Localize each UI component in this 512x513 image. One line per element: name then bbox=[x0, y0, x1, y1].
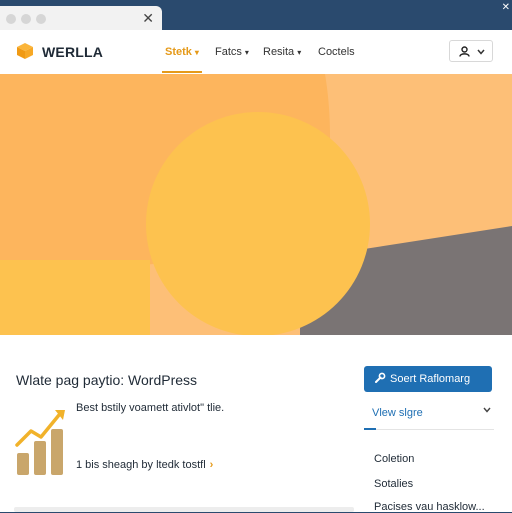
user-menu-button[interactable] bbox=[449, 40, 493, 62]
user-icon bbox=[459, 46, 470, 57]
horizontal-scrollbar[interactable] bbox=[14, 507, 354, 512]
wrench-icon bbox=[375, 372, 386, 383]
divider bbox=[364, 429, 494, 430]
nav-label: Coctels bbox=[318, 46, 355, 58]
nav-item-resita[interactable]: Resita ▾ bbox=[263, 46, 301, 58]
view-more-toggle[interactable]: Vlew slgre bbox=[372, 407, 423, 419]
nav-item-fatcs[interactable]: Fatcs ▾ bbox=[215, 46, 249, 58]
bar-chart-trend-icon bbox=[15, 410, 65, 475]
brand-name[interactable]: WERLLA bbox=[42, 44, 103, 60]
chevron-down-icon bbox=[477, 49, 485, 55]
window-control-minimize[interactable] bbox=[21, 14, 31, 24]
page-title: Wlate pag paytio: WordPress bbox=[16, 372, 198, 388]
chevron-down-icon: ▾ bbox=[297, 48, 302, 57]
hero-illustration bbox=[0, 74, 512, 335]
nav-item-coctels[interactable]: Coctels bbox=[318, 46, 355, 58]
active-section-indicator bbox=[364, 428, 376, 430]
content-area: Wlate pag paytio: WordPress Best bstily … bbox=[0, 335, 512, 513]
nav-item-stetk[interactable]: Stetk ▾ bbox=[165, 46, 199, 58]
sidebar-link-sotalies[interactable]: Sotalies bbox=[374, 478, 413, 490]
sidebar-link-coletion[interactable]: Coletion bbox=[374, 453, 414, 465]
description-text: Best bstily voamett ativlot" tlie. bbox=[76, 402, 225, 414]
cube-icon bbox=[17, 43, 33, 59]
nav-label: Fatcs bbox=[215, 46, 242, 58]
chevron-down-icon[interactable] bbox=[482, 406, 492, 414]
browser-titlebar: ✕ ✕ bbox=[0, 0, 512, 32]
learn-more-link[interactable]: 1 bis sheagh by ltedk tostfl › bbox=[76, 459, 213, 471]
window-control-close[interactable] bbox=[6, 14, 16, 24]
window-close-icon[interactable]: ✕ bbox=[502, 2, 510, 13]
chevron-down-icon: ▾ bbox=[244, 48, 249, 57]
tab-close-icon[interactable]: ✕ bbox=[142, 10, 154, 27]
hero-bottom-block bbox=[0, 260, 150, 335]
active-nav-indicator bbox=[162, 71, 202, 73]
sidebar-link-pacises[interactable]: Pacises vau hasklow... bbox=[374, 501, 485, 513]
hero-banner bbox=[0, 74, 512, 335]
chevron-down-icon: ▾ bbox=[194, 48, 199, 57]
chevron-right-icon: › bbox=[209, 459, 214, 471]
learn-more-label: 1 bis sheagh by ltedk tostfl bbox=[76, 459, 206, 471]
nav-label: Stetk bbox=[165, 46, 192, 58]
cta-label: Soert Raflomarg bbox=[390, 373, 471, 385]
nav-label: Resita bbox=[263, 46, 295, 58]
cta-button[interactable]: Soert Raflomarg bbox=[364, 366, 492, 392]
window-control-maximize[interactable] bbox=[36, 14, 46, 24]
site-header: WERLLA Stetk ▾ Fatcs ▾ Resita ▾ Coctels bbox=[0, 30, 512, 75]
hero-circle bbox=[146, 112, 370, 335]
browser-tab[interactable]: ✕ bbox=[0, 6, 162, 32]
